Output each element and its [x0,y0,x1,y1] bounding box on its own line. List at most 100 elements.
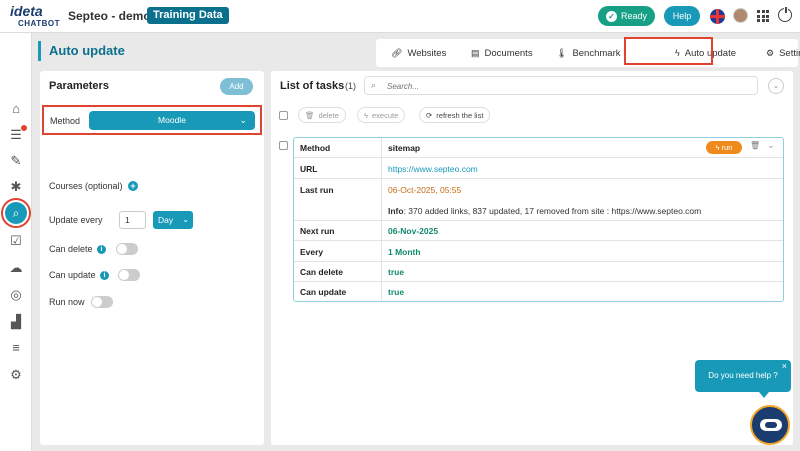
search-input[interactable] [387,80,747,92]
logo-text: ideta [10,3,43,19]
analytics-icon[interactable]: ▟ [8,314,24,330]
can-update-toggle[interactable] [118,269,140,281]
info-icon[interactable]: i [100,271,109,280]
row-value: 06-Nov-2025 [388,226,439,236]
row-value: true [388,287,405,297]
trash-icon[interactable]: 🗑︎ [750,141,760,150]
info-label: Info [388,206,404,216]
notification-dot [21,125,27,131]
row-key: Can update [300,287,347,297]
tab-bar: 🔗︎ Websites ▤ Documents 🌡︎ Benchmark ϟ A… [376,39,800,67]
apps-grid-icon[interactable] [757,10,769,22]
row-value: 1 Month [388,247,421,257]
check-icon: ✓ [605,10,617,22]
task-row: Next run 06-Nov-2025 [294,221,783,241]
task-card: Method sitemap ϟ run 🗑︎ ⌄ URL https://ww… [293,137,784,302]
row-key: Last run [300,185,334,195]
add-button[interactable]: Add [220,78,253,95]
bolt-icon: ϟ [364,110,368,120]
tasks-title: List of tasks [280,80,345,92]
can-update-label: Can update [49,270,96,280]
bug-icon[interactable]: ✱ [8,179,24,195]
tab-label: Settings [779,47,800,59]
update-unit-select[interactable]: Day ⌄ [153,211,193,229]
info-icon[interactable]: i [97,245,106,254]
status-ready-button[interactable]: ✓ Ready [598,6,655,26]
run-button[interactable]: ϟ run [706,141,742,154]
delete-label: delete [318,110,339,120]
can-delete-toggle[interactable] [116,243,138,255]
row-value: sitemap [388,143,421,153]
execute-button[interactable]: ϟ execute [357,107,406,123]
task-row: Every 1 Month [294,241,783,262]
database-icon[interactable]: ≡ [8,340,24,356]
execute-label: execute [371,110,399,120]
task-checkbox[interactable] [279,141,288,150]
method-value: Moodle [158,115,186,125]
parameters-title: Parameters [49,80,109,92]
search-box: ⌕ [364,76,758,95]
edit-icon[interactable]: ✎ [8,153,24,169]
home-icon[interactable]: ⌂ [8,101,24,117]
collapse-chevron-icon[interactable]: ⌄ [768,78,784,94]
tasks-count: (1) [345,81,356,91]
method-label: Method [50,116,81,126]
chevron-down-icon[interactable]: ⌄ [767,140,775,151]
task-row: Last run 06-Oct-2025, 05:55 Info: 370 ad… [294,179,783,221]
ideta-logo[interactable]: ideta CHATBOT [8,3,62,29]
page-title: Auto update [38,41,125,61]
checklist-icon[interactable]: ☑ [8,233,24,249]
row-key: Method [300,143,331,153]
courses-label: Courses (optional) [49,181,123,191]
language-flag-icon[interactable] [710,9,725,24]
tab-label: Benchmark [572,47,621,59]
refresh-label: refresh the list [436,110,484,120]
info-text: : 370 added links, 837 updated, 17 remov… [403,206,702,216]
thermometer-icon: 🌡︎ [556,47,568,58]
task-row: Can delete true [294,262,783,282]
refresh-list-button[interactable]: ⟳ refresh the list [419,107,491,123]
logout-power-icon[interactable] [778,6,792,22]
delete-button[interactable]: 🗑︎ delete [298,107,346,123]
settings-icon[interactable]: ⚙ [8,367,24,383]
update-every-input[interactable]: 1 [119,211,146,229]
user-avatar[interactable] [733,8,748,23]
row-key: URL [300,164,318,174]
gears-icon: ⚙ [766,47,775,58]
chevron-down-icon: ⌄ [182,215,189,224]
tab-websites[interactable]: 🔗︎ Websites [391,39,446,67]
document-icon: ▤ [471,47,480,58]
task-row: Method sitemap ϟ run 🗑︎ ⌄ [294,138,783,158]
tab-documents[interactable]: ▤ Documents [471,39,533,67]
row-key: Every [300,247,324,257]
active-tab-highlight [624,37,713,65]
dataset-badge[interactable]: Training Data [147,7,229,24]
tab-label: Documents [484,47,533,59]
chat-search-icon[interactable]: ◎ [8,287,24,303]
url-link[interactable]: https://www.septeo.com [388,164,478,174]
select-all-checkbox[interactable] [279,111,288,120]
search-icon: ⌕ [371,80,377,90]
row-value: 06-Oct-2025, 05:55 [388,185,462,195]
update-unit-value: Day [158,215,174,225]
row-key: Next run [300,226,335,236]
update-every-label: Update every [49,215,103,225]
help-bubble[interactable]: Do you need help ? × [695,360,791,398]
run-label: run [721,143,733,152]
row-value: true [388,267,405,277]
active-item-highlight [1,198,31,228]
tab-benchmark[interactable]: 🌡︎ Benchmark [556,39,621,67]
cloud-settings-icon[interactable]: ☁ [8,260,24,276]
run-now-toggle[interactable] [91,296,113,308]
chatbot-avatar-icon[interactable] [750,405,790,445]
tab-settings[interactable]: ⚙ Settings [766,39,800,67]
help-bubble-text: Do you need help ? [708,371,778,380]
help-button[interactable]: Help [664,6,700,26]
method-row: Method Moodle ⌄ [42,105,262,135]
row-key: Can delete [300,267,343,277]
add-course-plus-icon[interactable]: + [128,181,138,191]
top-bar: ideta CHATBOT Septeo - demo Training Dat… [0,0,800,33]
left-sidebar: ⌂ ☰ ✎ ✱ ⌕ ☑ ☁ ◎ ▟ ≡ ⚙ [0,33,32,451]
close-icon[interactable]: × [782,350,787,382]
method-select[interactable]: Moodle ⌄ [89,111,255,130]
